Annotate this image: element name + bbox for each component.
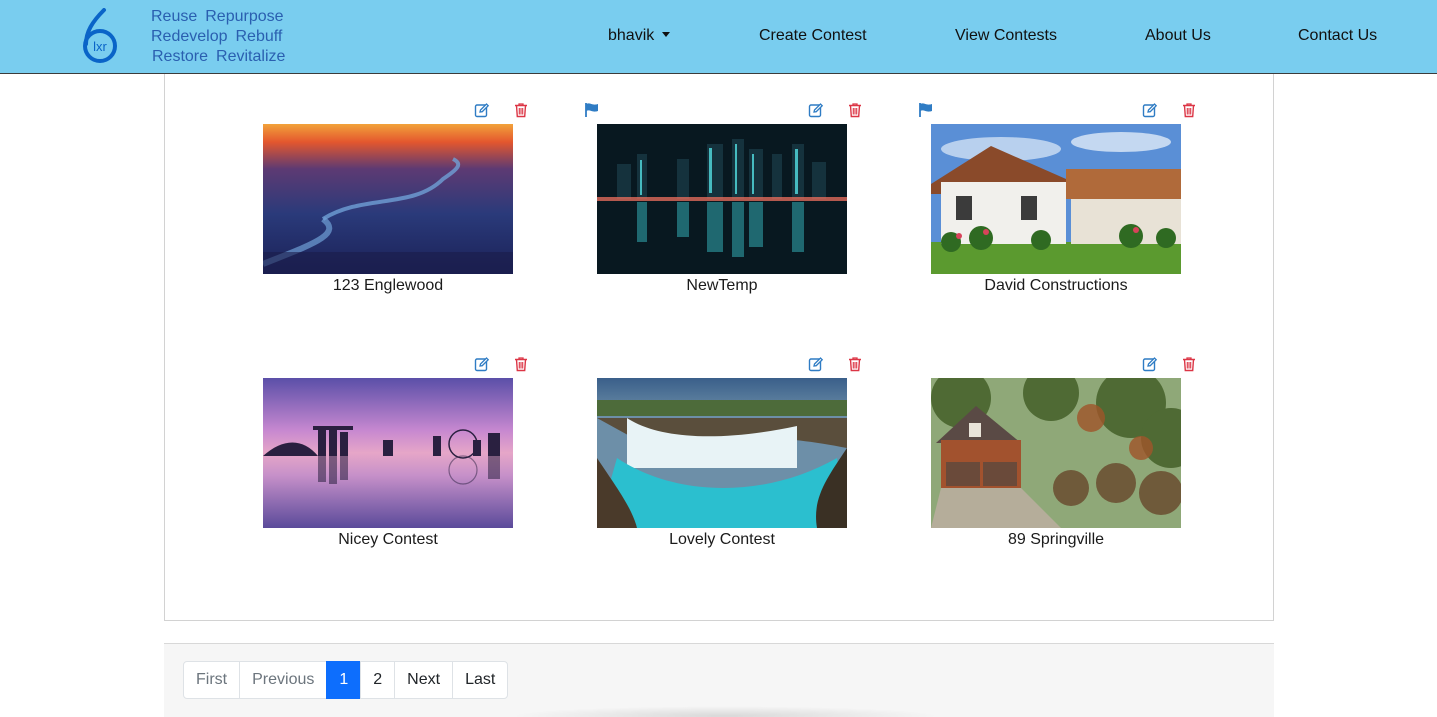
- tagline-word: Redevelop: [151, 28, 228, 45]
- card-actions: [263, 100, 527, 122]
- shadow-decoration: [510, 706, 940, 717]
- page-first-button[interactable]: First: [183, 661, 241, 699]
- edit-icon[interactable]: [474, 102, 490, 118]
- nav-about-us[interactable]: About Us: [1145, 26, 1211, 46]
- card-actions: [931, 354, 1195, 376]
- contest-title[interactable]: 89 Springville: [931, 530, 1181, 550]
- brand-tagline: Reuse Repurpose Redevelop Rebuff Restore Re…: [151, 7, 293, 67]
- nav-contact-us[interactable]: Contact Us: [1298, 26, 1377, 46]
- tagline-word: Revitalize: [216, 48, 286, 65]
- edit-icon[interactable]: [808, 102, 824, 118]
- top-navbar: lxr Reuse Repurpose Redevelop Rebuff Resto…: [0, 0, 1437, 74]
- contest-card[interactable]: Lovely Contest: [597, 354, 861, 548]
- tagline-word: Reuse: [151, 8, 198, 25]
- flag-icon[interactable]: [918, 102, 934, 118]
- trash-icon[interactable]: [847, 356, 863, 372]
- contest-title[interactable]: Lovely Contest: [597, 530, 847, 550]
- pagination: First Previous 1 2 Next Last: [183, 661, 509, 699]
- trash-icon[interactable]: [513, 102, 529, 118]
- contest-grid-panel: 123 Englewood NewTemp David Construction…: [164, 74, 1274, 621]
- card-actions: [919, 100, 1195, 122]
- svg-text:lxr: lxr: [93, 39, 107, 54]
- brand-logo[interactable]: lxr: [78, 8, 122, 66]
- edit-icon[interactable]: [808, 356, 824, 372]
- page-last-button[interactable]: Last: [452, 661, 509, 699]
- card-actions: [263, 354, 527, 376]
- user-name: bhavik: [608, 27, 655, 44]
- contest-image[interactable]: [597, 378, 847, 528]
- edit-icon[interactable]: [474, 356, 490, 372]
- trash-icon[interactable]: [1181, 356, 1197, 372]
- card-actions: [597, 354, 861, 376]
- page-previous-button[interactable]: Previous: [239, 661, 328, 699]
- edit-icon[interactable]: [1142, 356, 1158, 372]
- nav-view-contests[interactable]: View Contests: [955, 26, 1057, 46]
- contest-image[interactable]: [597, 124, 847, 274]
- contest-card[interactable]: 123 Englewood: [263, 100, 527, 294]
- nav-create-contest[interactable]: Create Contest: [759, 26, 867, 46]
- tagline-word: Repurpose: [205, 8, 284, 25]
- chevron-down-icon: [662, 32, 671, 37]
- contest-title[interactable]: NewTemp: [597, 276, 847, 296]
- tagline-word: Restore: [152, 48, 209, 65]
- flag-icon[interactable]: [584, 102, 600, 118]
- card-actions: [585, 100, 861, 122]
- contest-image[interactable]: [263, 378, 513, 528]
- contest-card[interactable]: Nicey Contest: [263, 354, 527, 548]
- contest-card[interactable]: 89 Springville: [931, 354, 1195, 548]
- contest-card[interactable]: David Constructions: [919, 100, 1195, 294]
- contest-title[interactable]: David Constructions: [931, 276, 1181, 296]
- trash-icon[interactable]: [847, 102, 863, 118]
- page-2-button[interactable]: 2: [360, 661, 396, 699]
- contest-image[interactable]: [931, 378, 1181, 528]
- tagline-word: Rebuff: [235, 28, 283, 45]
- edit-icon[interactable]: [1142, 102, 1158, 118]
- page-next-button[interactable]: Next: [394, 661, 454, 699]
- trash-icon[interactable]: [513, 356, 529, 372]
- contest-card[interactable]: NewTemp: [585, 100, 861, 294]
- contest-image[interactable]: [263, 124, 513, 274]
- contest-title[interactable]: 123 Englewood: [263, 276, 513, 296]
- trash-icon[interactable]: [1181, 102, 1197, 118]
- user-menu-dropdown[interactable]: bhavik: [608, 26, 671, 46]
- page-1-button[interactable]: 1: [326, 661, 362, 699]
- contest-image[interactable]: [931, 124, 1181, 274]
- contest-title[interactable]: Nicey Contest: [263, 530, 513, 550]
